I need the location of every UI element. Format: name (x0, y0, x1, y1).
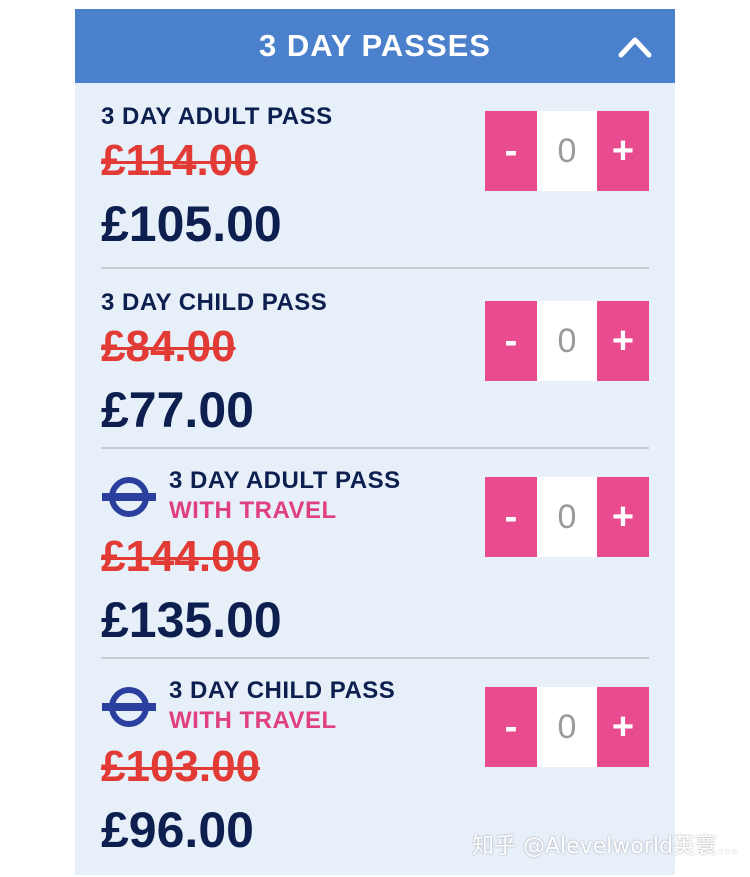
pass-item: 3 DAY CHILD PASS £84.00 £77.00 - 0 + (101, 269, 649, 449)
quantity-stepper: - 0 + (485, 477, 649, 557)
increment-button[interactable]: + (597, 687, 649, 767)
old-price: £103.00 (101, 742, 261, 791)
underground-roundel-icon (102, 477, 156, 517)
old-price: £114.00 (101, 136, 258, 185)
increment-button[interactable]: + (597, 477, 649, 557)
quantity-value[interactable]: 0 (537, 301, 597, 381)
section-header[interactable]: 3 DAY PASSES (75, 9, 675, 83)
decrement-button[interactable]: - (485, 477, 537, 557)
watermark: 知乎 @Alevelworld英寰... (472, 834, 738, 859)
pass-item: 3 DAY ADULT PASS WITH TRAVEL £144.00 £13… (101, 449, 649, 659)
quantity-stepper: - 0 + (485, 687, 649, 767)
decrement-button[interactable]: - (485, 687, 537, 767)
pass-subtitle: WITH TRAVEL (169, 497, 337, 524)
new-price: £105.00 (101, 196, 282, 252)
underground-roundel-icon (102, 687, 156, 727)
chevron-up-icon[interactable] (617, 31, 653, 61)
decrement-button[interactable]: - (485, 111, 537, 191)
pass-item: 3 DAY ADULT PASS £114.00 £105.00 - 0 + (101, 83, 649, 269)
new-price: £135.00 (101, 592, 282, 648)
quantity-value[interactable]: 0 (537, 477, 597, 557)
quantity-stepper: - 0 + (485, 301, 649, 381)
increment-button[interactable]: + (597, 301, 649, 381)
new-price: £77.00 (101, 382, 254, 438)
quantity-value[interactable]: 0 (537, 111, 597, 191)
decrement-button[interactable]: - (485, 301, 537, 381)
increment-button[interactable]: + (597, 111, 649, 191)
old-price: £84.00 (101, 322, 236, 371)
quantity-stepper: - 0 + (485, 111, 649, 191)
old-price: £144.00 (101, 532, 261, 581)
pass-title: 3 DAY CHILD PASS (169, 677, 396, 704)
passes-panel: 3 DAY PASSES 3 DAY ADULT PASS £114.00 £1… (75, 9, 675, 875)
pass-subtitle: WITH TRAVEL (169, 707, 337, 734)
quantity-value[interactable]: 0 (537, 687, 597, 767)
section-title: 3 DAY PASSES (259, 28, 491, 63)
new-price: £96.00 (101, 802, 254, 858)
pass-title: 3 DAY ADULT PASS (101, 103, 333, 130)
pass-title: 3 DAY CHILD PASS (101, 289, 328, 316)
pass-title: 3 DAY ADULT PASS (169, 467, 401, 494)
